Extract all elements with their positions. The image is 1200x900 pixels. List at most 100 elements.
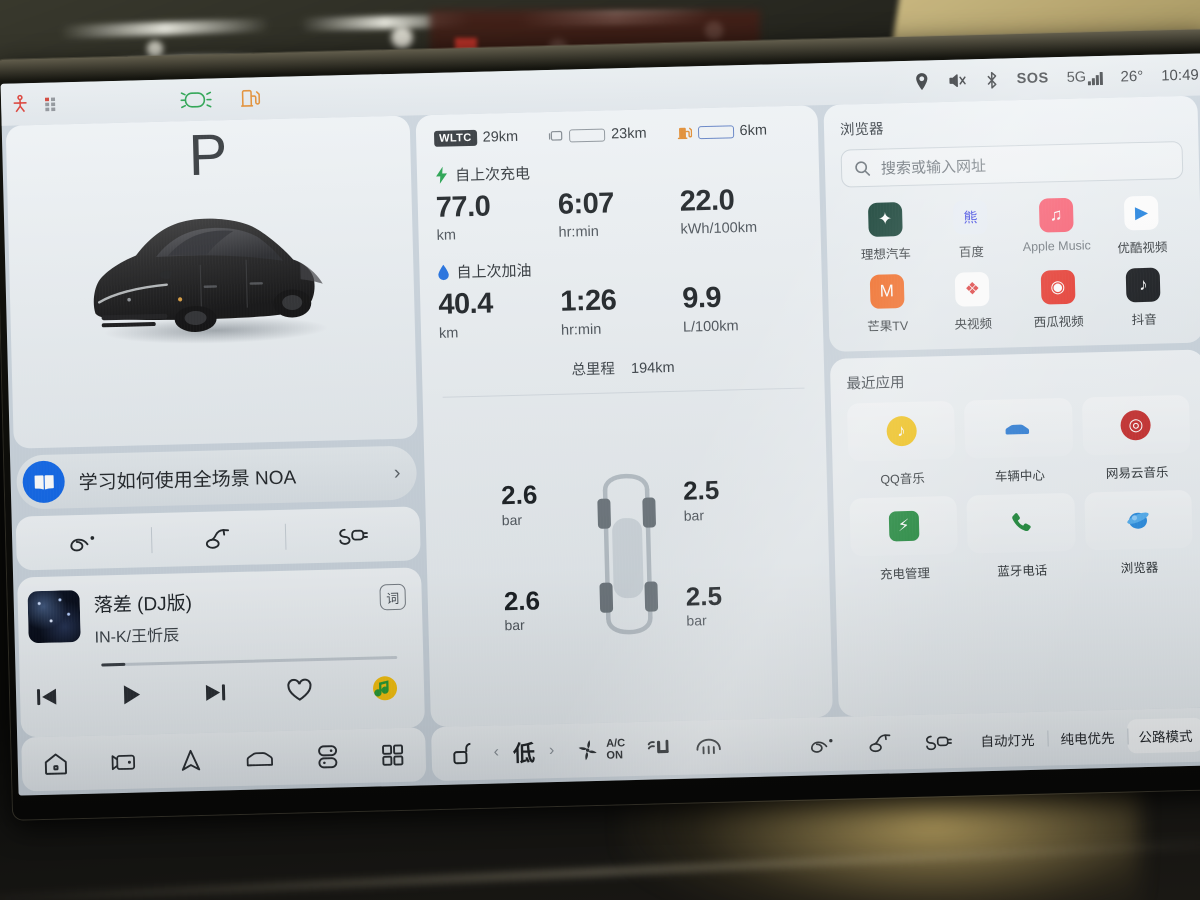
shortcut-apple-music-icon[interactable]: ♫ Apple Music bbox=[1013, 197, 1100, 259]
vehicle-card[interactable]: P bbox=[5, 115, 418, 449]
speaker-muted-icon[interactable] bbox=[947, 71, 966, 89]
stat-item: 1:26 hr:min bbox=[560, 281, 683, 339]
recent-app-tile: ♪ bbox=[846, 400, 956, 462]
network-type: 5G bbox=[1066, 69, 1087, 86]
xigua-video-icon: ◉ bbox=[1040, 269, 1076, 305]
stat-unit: km bbox=[436, 227, 457, 245]
tire-rear-left: 2.6 bar bbox=[503, 585, 540, 633]
rear-defrost-icon[interactable] bbox=[693, 734, 724, 761]
charge-cable-icon[interactable] bbox=[909, 730, 968, 753]
stat-value: 22.0 bbox=[679, 184, 735, 218]
tire-pressure-value: 2.5 bbox=[682, 475, 720, 506]
media-controls-icon[interactable] bbox=[315, 743, 340, 770]
gear-indicator: P bbox=[187, 122, 230, 189]
mode-ev-priority[interactable]: 纯电优先 bbox=[1047, 727, 1127, 749]
temp-increase-button[interactable]: › bbox=[549, 742, 555, 760]
previous-icon[interactable] bbox=[34, 686, 61, 709]
recent-app-qq-music-icon[interactable]: ♪ QQ音乐 bbox=[846, 400, 956, 489]
shortcut-cctv-video-icon[interactable]: ❖ 央视频 bbox=[929, 271, 1016, 333]
favorite-heart-icon[interactable] bbox=[286, 678, 314, 703]
shortcut-mango-tv-icon[interactable]: M 芒果TV bbox=[844, 273, 931, 335]
stat-value: 6:07 bbox=[557, 187, 615, 221]
tire-pressure-value: 2.6 bbox=[500, 479, 538, 511]
stat-unit: km bbox=[438, 324, 459, 342]
fuel-range-value: 6km bbox=[739, 122, 768, 140]
stat-item: 22.0 kWh/100km bbox=[679, 181, 802, 238]
navigation-icon[interactable] bbox=[179, 748, 204, 773]
network-indicator: 5G bbox=[1067, 69, 1103, 86]
browser-card: 浏览器 搜索或输入网址 ✦ 理想汽车熊百度 ♫ Apple Music ▶ 优酷视频 M 芒果… bbox=[823, 95, 1200, 352]
stat-item: 9.9 L/100km bbox=[682, 278, 805, 335]
shortcut-li-auto-icon[interactable]: ✦ 理想汽车 bbox=[842, 201, 929, 263]
stat-item: 6:07 hr:min bbox=[557, 184, 680, 241]
recent-app-vehicle-center-icon[interactable]: 车辆中心 bbox=[964, 397, 1074, 486]
battery-gauge bbox=[568, 128, 606, 142]
stat-value: 9.9 bbox=[681, 281, 722, 315]
recent-app-netease-music-icon[interactable]: ◎ 网易云音乐 bbox=[1081, 394, 1191, 483]
headlight-low-beam-icon bbox=[179, 89, 213, 110]
tire-pressure-panel[interactable]: 2.6 bar 2.6 bar 2.5 bar 2.5 bar bbox=[441, 388, 815, 727]
shortcut-label: 西瓜视频 bbox=[1033, 314, 1084, 330]
play-icon[interactable] bbox=[119, 682, 144, 707]
fan-icon bbox=[574, 737, 601, 764]
charge-cable-icon[interactable] bbox=[335, 523, 370, 548]
home-icon[interactable] bbox=[42, 751, 69, 776]
sos-button[interactable]: SOS bbox=[1016, 70, 1049, 87]
vehicle-render bbox=[75, 195, 349, 352]
signal-bars bbox=[1088, 71, 1103, 86]
shortcut-xigua-video-icon[interactable]: ◉ 西瓜视频 bbox=[1015, 269, 1102, 331]
divider bbox=[150, 527, 153, 554]
shortcut-douyin-icon[interactable]: ♪ 抖音 bbox=[1100, 267, 1187, 329]
youku-icon: ▶ bbox=[1124, 195, 1159, 231]
next-icon[interactable] bbox=[201, 681, 228, 704]
odometer-row: 总里程 194km bbox=[440, 352, 806, 382]
mode-road[interactable]: 公路模式 bbox=[1127, 717, 1200, 754]
vehicle-icon[interactable] bbox=[244, 747, 275, 770]
recent-app-bluetooth-phone-icon[interactable]: 蓝牙电话 bbox=[966, 492, 1076, 581]
charge-port-icon[interactable] bbox=[851, 731, 910, 754]
lyrics-button[interactable]: 词 bbox=[379, 583, 407, 611]
stat-unit: L/100km bbox=[682, 317, 739, 336]
wltc-badge: WLTC bbox=[433, 129, 477, 147]
all-apps-icon[interactable] bbox=[381, 743, 406, 768]
mode-auto-lights[interactable]: 自动灯光 bbox=[967, 729, 1047, 751]
ac-label-line2: ON bbox=[606, 749, 624, 762]
ac-toggle[interactable]: A/C ON bbox=[574, 736, 626, 763]
shortcut-baidu-icon[interactable]: 熊百度 bbox=[927, 199, 1014, 261]
seatbelt-warning-icon bbox=[9, 93, 32, 116]
recent-app-browser-icon[interactable]: 浏览器 bbox=[1083, 489, 1193, 578]
recent-app-label: 蓝牙电话 bbox=[997, 563, 1048, 579]
divider bbox=[284, 523, 287, 550]
search-input[interactable]: 搜索或输入网址 bbox=[840, 140, 1184, 188]
dashcam-icon[interactable] bbox=[110, 751, 139, 774]
fuel-port-icon[interactable] bbox=[793, 733, 852, 756]
shortcut-youku-icon[interactable]: ▶ 优酷视频 bbox=[1098, 195, 1185, 257]
location-pin-icon[interactable] bbox=[913, 72, 929, 90]
shortcut-label: 百度 bbox=[958, 245, 985, 260]
progress-fill bbox=[101, 662, 126, 667]
recent-app-tile bbox=[966, 492, 1076, 554]
recent-apps-card: 最近应用 ♪ QQ音乐 车辆中心 ◎ 网易云音乐 ⚡ 充电管理 蓝牙电话 浏览器 bbox=[829, 349, 1200, 717]
stat-value: 40.4 bbox=[437, 287, 494, 322]
recent-app-tile bbox=[964, 397, 1074, 459]
qq-music-icon[interactable] bbox=[372, 675, 399, 702]
seat-ventilation-icon[interactable] bbox=[645, 735, 674, 762]
recent-app-charging-management-icon[interactable]: ⚡ 充电管理 bbox=[849, 495, 959, 584]
shortcut-label: Apple Music bbox=[1022, 238, 1092, 255]
stat-value: 77.0 bbox=[435, 190, 491, 224]
recent-app-label: 浏览器 bbox=[1120, 560, 1159, 576]
album-artwork[interactable] bbox=[27, 590, 81, 644]
charge-port-icon[interactable] bbox=[201, 526, 236, 551]
clock: 10:49 bbox=[1161, 66, 1199, 84]
temp-decrease-button[interactable]: ‹ bbox=[493, 743, 499, 761]
tire-pressure-unit: bar bbox=[686, 612, 707, 629]
bluetooth-icon[interactable] bbox=[984, 70, 998, 89]
tire-pressure-value: 2.5 bbox=[685, 580, 723, 612]
climate-right-group: 自动灯光 纯电优先 公路模式 bbox=[793, 717, 1200, 762]
fuel-port-icon[interactable] bbox=[66, 529, 101, 554]
fuel-pump-icon bbox=[676, 125, 692, 140]
unlock-icon[interactable] bbox=[449, 740, 474, 767]
li-auto-icon: ✦ bbox=[867, 202, 903, 237]
noa-tutorial-banner[interactable]: 学习如何使用全场景 NOA › bbox=[16, 445, 418, 510]
browser-title: 浏览器 bbox=[839, 121, 884, 139]
